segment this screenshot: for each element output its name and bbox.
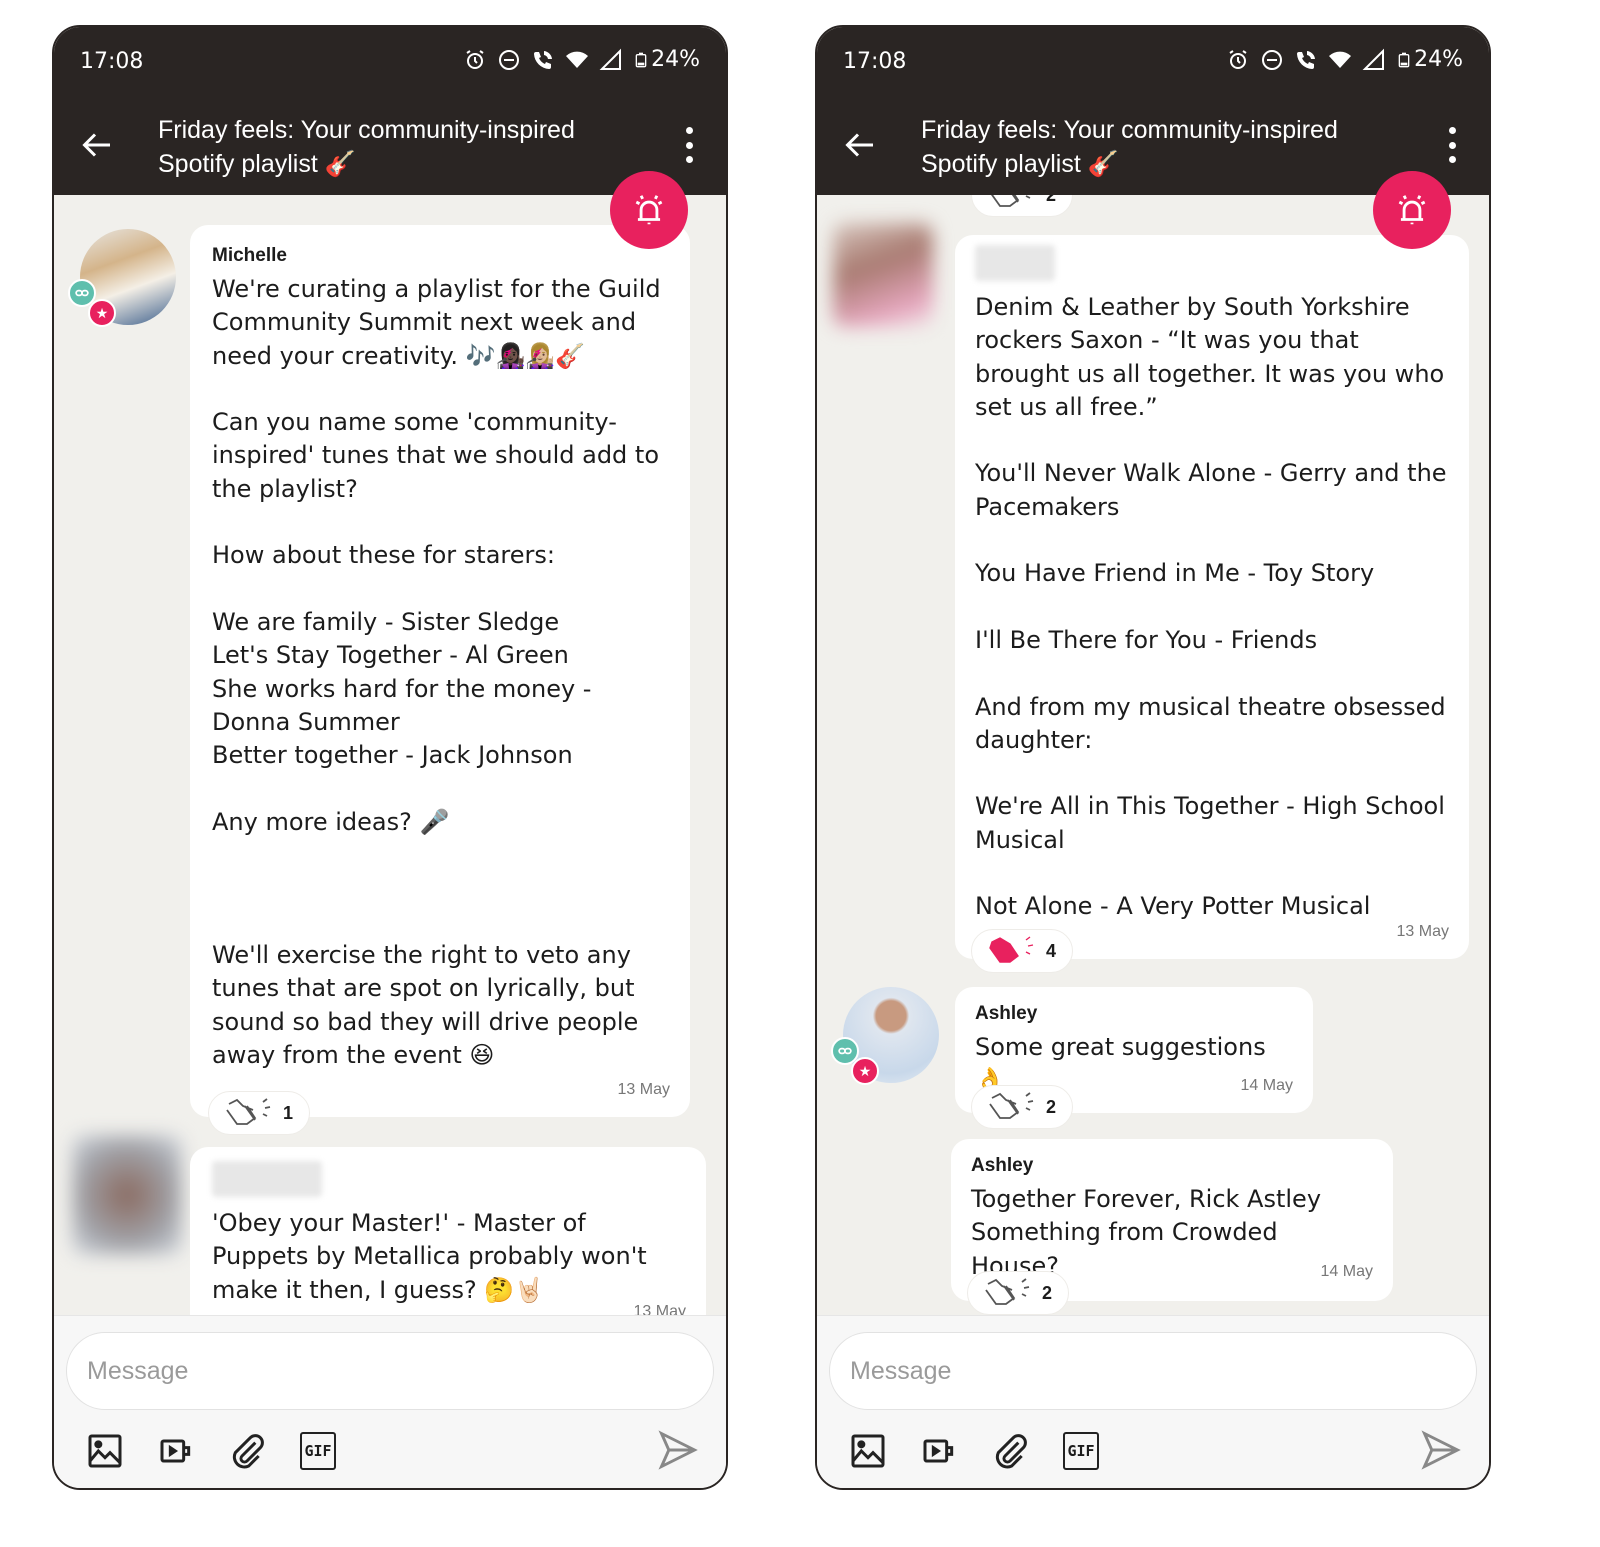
battery-icon: [635, 52, 647, 67]
message-composer: GIF: [54, 1315, 726, 1488]
send-icon: [658, 1430, 698, 1470]
message-list[interactable]: ★ Michelle We're curating a playlist for…: [54, 195, 726, 1317]
signal-icon: [599, 48, 622, 70]
message-sender: Ashley: [971, 1155, 1034, 1176]
message-date: 14 May: [1320, 1263, 1373, 1280]
status-time: 17:08: [843, 49, 907, 74]
app-header: 17:08 24% Friday feels: Your community-i…: [54, 27, 726, 195]
alarm-bell-icon: [1398, 195, 1426, 225]
gif-icon: GIF: [1067, 1442, 1095, 1460]
wifi-call-icon: [534, 50, 553, 69]
message-date: 13 May: [617, 1081, 670, 1098]
message-bubble: Denim & Leather by South Yorkshire rocke…: [955, 235, 1469, 959]
message-text: Together Forever, Rick Astley Something …: [971, 1185, 1322, 1280]
message-bubble: 'Obey your Master!' - Master of Puppets …: [190, 1147, 706, 1317]
phone-screen-left: 17:08 24% Friday feels: Your community-i…: [52, 25, 728, 1490]
insert-video-button[interactable]: [156, 1430, 198, 1472]
reaction-count: 1: [283, 1102, 294, 1123]
clapping-hands-icon: [989, 1092, 1034, 1119]
wifi-icon: [1329, 51, 1352, 68]
message-text: Denim & Leather by South Yorkshire rocke…: [975, 293, 1447, 921]
video-icon: [923, 1439, 954, 1463]
avatar-redacted[interactable]: [72, 1135, 182, 1255]
send-button[interactable]: [656, 1428, 700, 1472]
star-badge-icon: ★: [88, 299, 116, 327]
app-header: 17:08 24% Friday feels: Your community-i…: [817, 27, 1489, 195]
avatar-redacted[interactable]: [833, 223, 933, 327]
insert-image-button[interactable]: [84, 1430, 126, 1472]
attach-file-button[interactable]: [989, 1430, 1031, 1472]
reaction-count: 4: [1046, 940, 1057, 961]
more-options-button[interactable]: [1437, 123, 1467, 167]
reaction-button[interactable]: 2: [971, 1085, 1074, 1129]
sender-redacted: [212, 1161, 322, 1197]
reaction-count: 2: [1046, 195, 1056, 206]
reaction-button[interactable]: 1: [208, 1091, 311, 1135]
phone-screen-right: 17:08 24% Friday feels: Your community-i…: [815, 25, 1491, 1490]
wifi-icon: [566, 51, 589, 68]
attachment-icon: [232, 1434, 264, 1469]
dnd-icon: [1262, 49, 1283, 70]
alarm-bell-button[interactable]: [1373, 171, 1451, 249]
message-bubble: Michelle We're curating a playlist for t…: [190, 225, 690, 1117]
alarm-icon: [466, 49, 484, 69]
chat-title: Friday feels: Your community-inspired Sp…: [158, 116, 575, 178]
message-date: 14 May: [1240, 1077, 1293, 1094]
insert-video-button[interactable]: [919, 1430, 961, 1472]
message-sender: Ashley: [975, 1003, 1038, 1024]
clapping-hands-icon: [989, 936, 1034, 963]
gif-icon: GIF: [304, 1442, 332, 1460]
battery-icon: [1398, 52, 1410, 67]
send-icon: [1421, 1430, 1461, 1470]
battery-percent: 24%: [1414, 47, 1463, 72]
chat-title: Friday feels: Your community-inspired Sp…: [921, 116, 1338, 178]
message-sender: Michelle: [212, 245, 287, 266]
reaction-button[interactable]: 2: [971, 195, 1074, 217]
signal-icon: [1362, 48, 1385, 70]
battery-percent: 24%: [651, 47, 700, 72]
message-input[interactable]: [66, 1332, 714, 1410]
alarm-icon: [1229, 49, 1247, 69]
message-input[interactable]: [829, 1332, 1477, 1410]
clapping-hands-icon: [226, 1098, 271, 1125]
attach-file-button[interactable]: [226, 1430, 268, 1472]
arrow-left-icon: [845, 133, 873, 157]
alarm-bell-button[interactable]: [610, 171, 688, 249]
image-icon: [88, 1434, 122, 1468]
arrow-left-icon: [82, 133, 110, 157]
clapping-hands-icon: [991, 195, 1031, 207]
status-time: 17:08: [80, 49, 144, 74]
message-text: We're curating a playlist for the Guild …: [212, 275, 661, 1069]
reaction-count: 2: [1046, 1096, 1057, 1117]
back-button[interactable]: [78, 125, 118, 165]
clapping-hands-icon: [985, 1278, 1030, 1305]
star-badge-icon: ★: [851, 1057, 879, 1085]
reaction-count: 2: [1042, 1282, 1053, 1303]
send-button[interactable]: [1419, 1428, 1463, 1472]
message-composer: GIF: [817, 1315, 1489, 1488]
video-icon: [160, 1439, 191, 1463]
alarm-bell-icon: [635, 195, 663, 225]
dnd-icon: [499, 49, 520, 70]
more-options-button[interactable]: [674, 123, 704, 167]
attachment-icon: [995, 1434, 1027, 1469]
image-icon: [851, 1434, 885, 1468]
sender-redacted: [975, 245, 1055, 281]
reaction-button-active[interactable]: 4: [971, 929, 1074, 973]
message-date: 13 May: [1396, 923, 1449, 940]
insert-gif-button[interactable]: GIF: [300, 1432, 336, 1470]
message-list[interactable]: 2 Denim & Leather by South Yorkshire roc…: [817, 195, 1489, 1317]
insert-gif-button[interactable]: GIF: [1063, 1432, 1099, 1470]
wifi-call-icon: [1297, 50, 1316, 69]
status-icons: 24%: [1226, 47, 1463, 72]
reaction-button[interactable]: 2: [967, 1271, 1070, 1315]
status-icons: 24%: [463, 47, 700, 72]
back-button[interactable]: [841, 125, 881, 165]
insert-image-button[interactable]: [847, 1430, 889, 1472]
message-text: 'Obey your Master!' - Master of Puppets …: [212, 1209, 655, 1304]
